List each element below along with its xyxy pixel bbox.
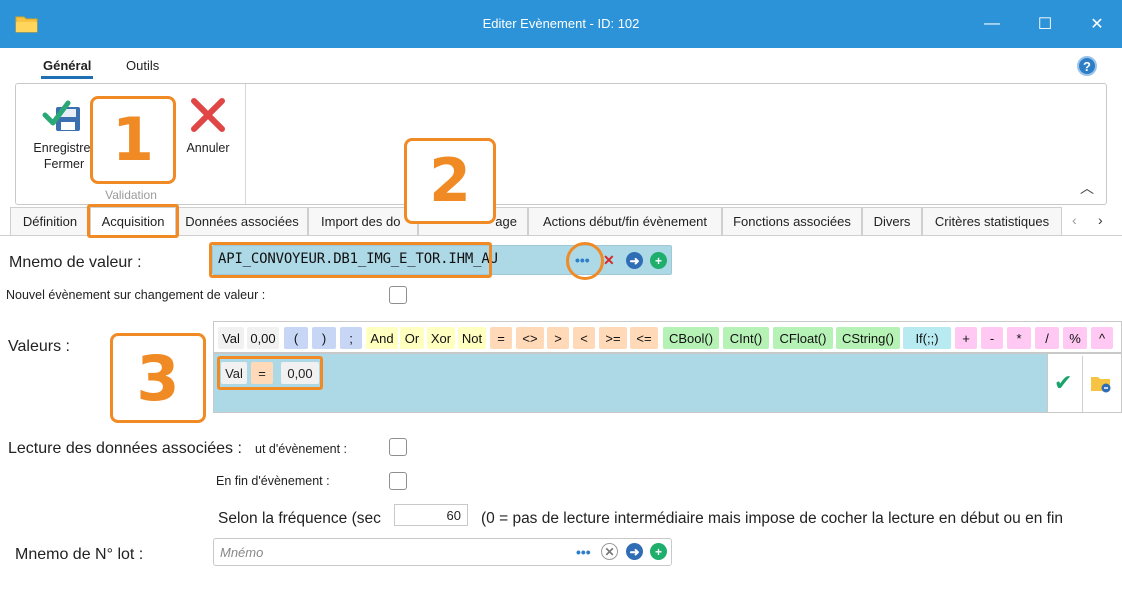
token-cbool[interactable]: CBool() <box>663 327 719 349</box>
callout-1: 1 <box>90 96 176 184</box>
save-check-icon <box>42 100 80 131</box>
token-or[interactable]: Or <box>400 327 424 349</box>
values-label: Valeurs : <box>8 338 70 355</box>
lot-field[interactable]: Mnémo ••• ✕ ➜ + <box>213 538 672 566</box>
tab-criteres[interactable]: Critères statistiques <box>922 207 1062 235</box>
tab-import[interactable]: Import des do <box>308 207 418 235</box>
token-lte[interactable]: <= <box>630 327 658 349</box>
tab-fonctions[interactable]: Fonctions associées <box>722 207 862 235</box>
add-plus-icon[interactable]: + <box>650 252 667 269</box>
callout-3: 3 <box>110 333 206 423</box>
lot-add-plus-icon[interactable]: + <box>650 543 667 560</box>
token-power[interactable]: ^ <box>1091 327 1113 349</box>
minimize-button[interactable]: — <box>969 0 1015 48</box>
tab-donnees-associees[interactable]: Données associées <box>176 207 308 235</box>
lot-go-arrow-icon[interactable]: ➜ <box>626 543 643 560</box>
token-val[interactable]: Val <box>218 327 244 349</box>
close-button[interactable]: ✕ <box>1074 0 1120 48</box>
frequency-label: Selon la fréquence (sec <box>218 510 381 527</box>
ribbon-tab-outils[interactable]: Outils <box>126 58 159 73</box>
token-minus[interactable]: - <box>981 327 1003 349</box>
cancel-label: Annuler <box>186 141 230 155</box>
start-event-checkbox[interactable] <box>389 438 407 456</box>
cancel-button[interactable]: Annuler <box>178 90 238 156</box>
token-cint[interactable]: CInt() <box>723 327 769 349</box>
maximize-button[interactable]: ☐ <box>1022 0 1068 48</box>
browse-highlight <box>566 242 604 280</box>
token-open-paren[interactable]: ( <box>284 327 308 349</box>
token-xor[interactable]: Xor <box>427 327 455 349</box>
actions-divider <box>1082 356 1083 412</box>
token-and[interactable]: And <box>366 327 398 349</box>
validate-check-icon[interactable]: ✔ <box>1054 370 1072 396</box>
new-event-label: Nouvel évènement sur changement de valeu… <box>6 288 266 302</box>
token-gte[interactable]: >= <box>599 327 627 349</box>
new-event-checkbox[interactable] <box>389 286 407 304</box>
window-title: Editer Evènement - ID: 102 <box>482 16 640 31</box>
token-semicolon[interactable]: ; <box>340 327 362 349</box>
mnemo-value-highlight <box>209 242 492 278</box>
lot-placeholder: Mnémo <box>220 545 264 560</box>
read-associated-label: Lecture des données associées : <box>8 440 242 457</box>
tabs-next-icon[interactable]: › <box>1098 212 1103 228</box>
acquisition-highlight <box>87 204 179 238</box>
mnemo-label: Mnemo de valeur : <box>9 254 142 271</box>
expression-area[interactable]: Val = 0,00 <box>213 353 1048 413</box>
token-not[interactable]: Not <box>458 327 486 349</box>
tab-actions[interactable]: Actions début/fin évènement <box>528 207 722 235</box>
open-folder-icon[interactable] <box>1090 374 1112 394</box>
tabs-prev-icon[interactable]: ‹ <box>1072 212 1077 228</box>
token-plus[interactable]: + <box>955 327 977 349</box>
token-modulo[interactable]: % <box>1063 327 1087 349</box>
lot-browse-dots-icon[interactable]: ••• <box>576 544 591 560</box>
token-zero[interactable]: 0,00 <box>247 327 279 349</box>
title-bar: Editer Evènement - ID: 102 — ☐ ✕ <box>0 0 1122 48</box>
expression-highlight <box>217 356 323 390</box>
expression-actions: ✔ <box>1048 353 1122 413</box>
token-neq[interactable]: <> <box>516 327 544 349</box>
token-eq[interactable]: = <box>490 327 512 349</box>
token-cfloat[interactable]: CFloat() <box>773 327 833 349</box>
token-lt[interactable]: < <box>573 327 595 349</box>
lot-clear-icon[interactable]: ✕ <box>601 543 618 560</box>
ribbon-panel: Enregistrer Fermer Annuler Validation ︿ <box>15 83 1107 205</box>
lot-label: Mnemo de N° lot : <box>15 546 144 563</box>
collapse-ribbon-icon[interactable]: ︿ <box>1080 178 1094 198</box>
clear-icon[interactable]: ✕ <box>603 252 615 269</box>
end-event-label: En fin d'évènement : <box>216 474 330 488</box>
frequency-note: (0 = pas de lecture intermédiaire mais i… <box>481 510 1064 527</box>
tab-definition[interactable]: Définition <box>10 207 90 235</box>
validation-group-label: Validation <box>105 188 157 202</box>
token-gt[interactable]: > <box>547 327 569 349</box>
expression-toolbar: Val 0,00 ( ) ; And Or Xor Not = <> > < >… <box>213 321 1122 353</box>
start-event-label: ut d'évènement : <box>255 442 348 456</box>
ribbon-tab-general[interactable]: Général <box>40 58 94 79</box>
go-arrow-icon[interactable]: ➜ <box>626 252 643 269</box>
token-cstring[interactable]: CString() <box>836 327 900 349</box>
help-icon[interactable]: ? <box>1077 56 1097 76</box>
callout-2: 2 <box>404 138 496 224</box>
end-event-checkbox[interactable] <box>389 472 407 490</box>
cancel-x-icon <box>191 98 225 132</box>
frequency-input[interactable]: 60 <box>394 504 468 526</box>
token-close-paren[interactable]: ) <box>312 327 336 349</box>
token-if[interactable]: If(;;) <box>903 327 951 349</box>
token-multiply[interactable]: * <box>1007 327 1031 349</box>
ribbon-tabs: Général Outils <box>0 48 1122 82</box>
token-divide[interactable]: / <box>1035 327 1059 349</box>
tab-divers[interactable]: Divers <box>862 207 922 235</box>
